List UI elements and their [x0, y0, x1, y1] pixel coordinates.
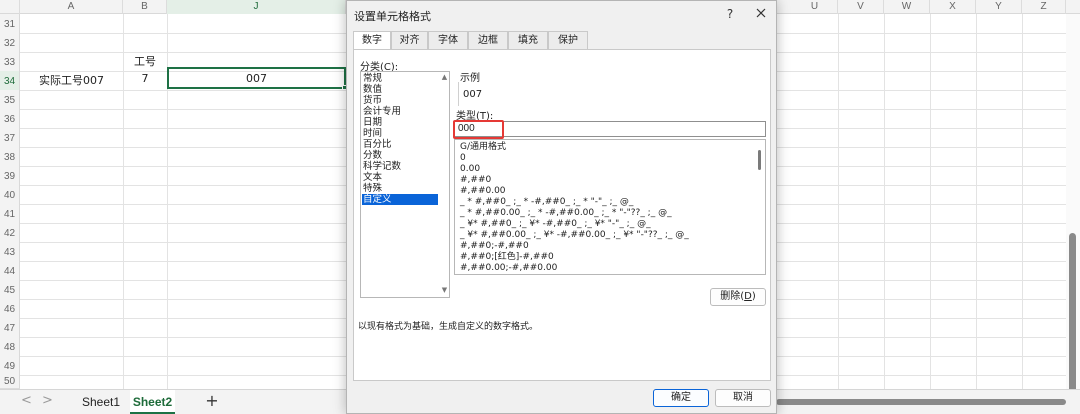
category-list[interactable]: 常规 数值 货币 会计专用 日期 时间 百分比 分数 科学记数 文本 特殊 自定… [360, 71, 450, 298]
sample-box [458, 82, 764, 106]
cell-b34[interactable]: 7 [123, 72, 167, 85]
format-code-item[interactable]: 0 [460, 153, 466, 164]
column-header-j[interactable]: J [167, 0, 346, 14]
category-item[interactable]: 日期 [362, 117, 438, 128]
help-icon[interactable]: ? [723, 5, 737, 23]
category-item[interactable]: 科学记数 [362, 161, 438, 172]
scroll-down-arrow-icon[interactable]: ▼ [441, 287, 448, 294]
next-sheet-arrow-icon[interactable]: > [42, 393, 53, 408]
column-header-z[interactable]: Z [1022, 0, 1066, 14]
hint-text: 以现有格式为基础，生成自定义的数字格式。 [358, 322, 539, 332]
format-code-item[interactable]: _ ¥* #,##0_ ;_ ¥* -#,##0_ ;_ ¥* "-"_ ;_ … [460, 219, 651, 230]
category-item[interactable]: 会计专用 [362, 106, 438, 117]
delete-button[interactable]: 删除(D) [710, 288, 766, 306]
gridline [976, 14, 977, 389]
format-code-item[interactable]: _ ¥* #,##0.00_ ;_ ¥* -#,##0.00_ ;_ ¥* "-… [460, 230, 689, 241]
gridline [123, 14, 124, 389]
sample-value: 007 [463, 89, 483, 100]
add-sheet-icon[interactable]: + [204, 391, 220, 411]
category-item[interactable]: 常规 [362, 73, 438, 84]
tab-font[interactable]: 字体 [428, 31, 468, 49]
tab-alignment[interactable]: 对齐 [391, 31, 428, 49]
horizontal-scrollbar-thumb[interactable] [776, 399, 1066, 405]
ok-button[interactable]: 确定 [653, 389, 709, 407]
dialog-tabs: 数字 对齐 字体 边框 填充 保护 [353, 31, 773, 50]
column-header-v[interactable]: V [838, 0, 884, 14]
format-code-item[interactable]: #,##0;-#,##0 [460, 241, 529, 252]
format-code-list[interactable]: G/通用格式 0 0.00 #,##0 #,##0.00 _ * #,##0_ … [454, 139, 766, 275]
format-list-scrollbar-thumb[interactable] [758, 150, 761, 170]
sheet-tab-sheet1[interactable]: Sheet1 [78, 390, 124, 414]
category-scrollbar[interactable]: ▲ ▼ [439, 72, 450, 297]
column-header-u[interactable]: U [792, 0, 838, 14]
prev-sheet-arrow-icon[interactable]: < [21, 393, 32, 408]
gridline [1022, 14, 1023, 389]
format-code-item[interactable]: 0.00 [460, 164, 480, 175]
dialog-title: 设置单元格格式 [354, 10, 431, 23]
format-code-item[interactable]: G/通用格式 [460, 142, 506, 153]
format-code-item[interactable]: #,##0;[红色]-#,##0 [460, 252, 554, 263]
cell-a34[interactable]: 实际工号007 [20, 72, 123, 88]
category-item[interactable]: 特殊 [362, 183, 438, 194]
cancel-button[interactable]: 取消 [715, 389, 771, 407]
number-tab-panel: 分类(C): 常规 数值 货币 会计专用 日期 时间 百分比 分数 科学记数 文… [353, 49, 771, 381]
tab-border[interactable]: 边框 [468, 31, 508, 49]
category-item[interactable]: 数值 [362, 84, 438, 95]
column-header-b[interactable]: B [123, 0, 167, 14]
close-icon[interactable] [752, 4, 770, 22]
category-item[interactable]: 分数 [362, 150, 438, 161]
scroll-up-arrow-icon[interactable]: ▲ [441, 74, 448, 81]
tab-number[interactable]: 数字 [353, 31, 391, 50]
column-header-a[interactable]: A [20, 0, 123, 14]
category-item[interactable]: 时间 [362, 128, 438, 139]
row-header-50[interactable]: 50 [0, 375, 20, 389]
category-item-selected[interactable]: 自定义 [362, 194, 438, 205]
category-item[interactable]: 货币 [362, 95, 438, 106]
cell-b33[interactable]: 工号 [123, 53, 167, 69]
format-code-item[interactable]: #,##0.00;-#,##0.00 [460, 263, 557, 274]
vertical-scrollbar-thumb[interactable] [1069, 233, 1076, 403]
gridline [930, 14, 931, 389]
column-header-y[interactable]: Y [976, 0, 1022, 14]
column-header-w[interactable]: W [884, 0, 930, 14]
sheet-tab-sheet2[interactable]: Sheet2 [130, 390, 175, 414]
gridline [838, 14, 839, 389]
category-item[interactable]: 文本 [362, 172, 438, 183]
type-input-highlight [453, 120, 504, 139]
category-item[interactable]: 百分比 [362, 139, 438, 150]
format-code-item[interactable]: _ * #,##0.00_ ;_ * -#,##0.00_ ;_ * "-"??… [460, 208, 672, 219]
tab-protection[interactable]: 保护 [548, 31, 588, 49]
tab-fill[interactable]: 填充 [508, 31, 548, 49]
format-cells-dialog: 设置单元格格式 ? 数字 对齐 字体 边框 填充 保护 分类(C): 常规 数值… [346, 0, 777, 414]
gridline [884, 14, 885, 389]
select-all-corner[interactable] [0, 0, 20, 14]
format-code-item[interactable]: #,##0 [460, 175, 491, 186]
column-header-x[interactable]: X [930, 0, 976, 14]
format-code-item[interactable]: #,##0.00 [460, 186, 506, 197]
format-code-item[interactable]: _ * #,##0_ ;_ * -#,##0_ ;_ * "-"_ ;_ @_ [460, 197, 633, 208]
active-cell-border [167, 67, 346, 89]
